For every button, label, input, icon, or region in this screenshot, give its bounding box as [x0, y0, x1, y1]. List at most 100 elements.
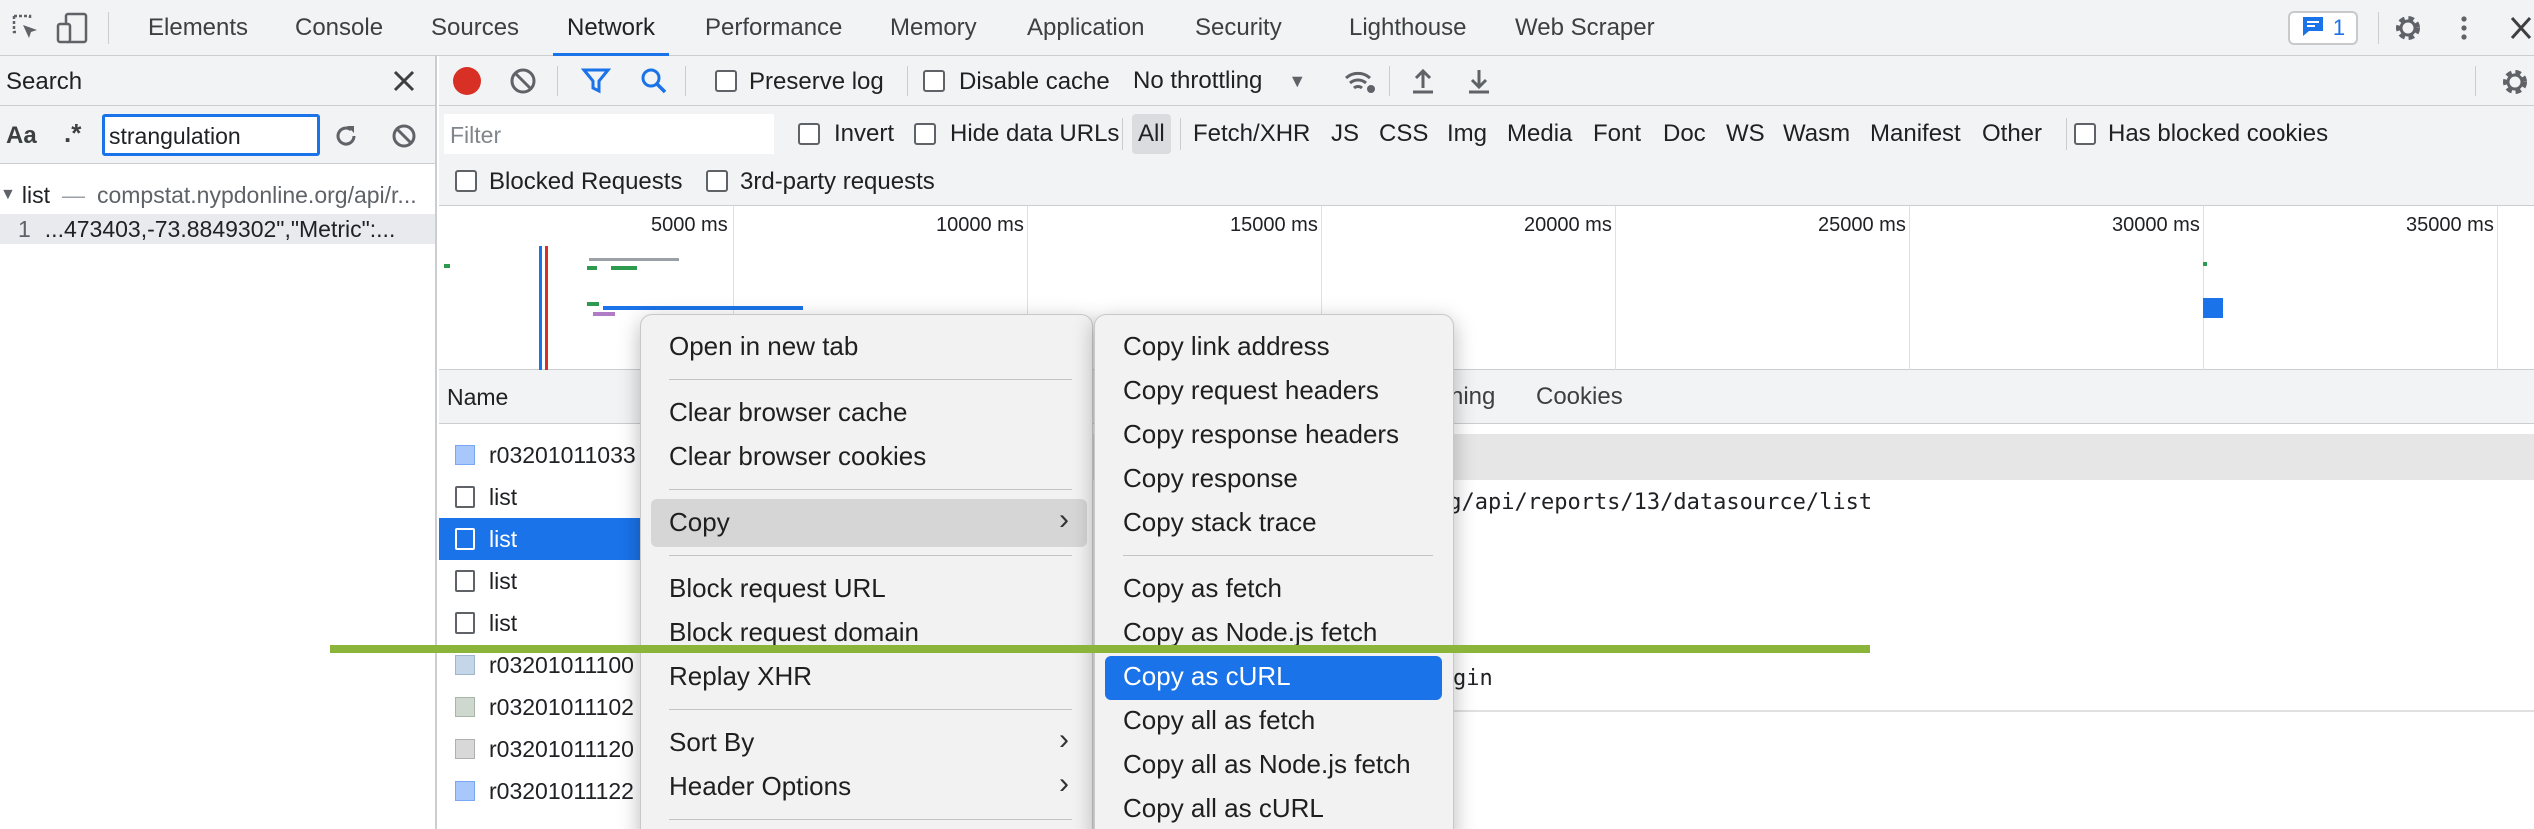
table-row[interactable]: r03201011033 — [439, 434, 649, 476]
tab-elements[interactable]: Elements — [148, 0, 248, 56]
copy-stack-trace[interactable]: Copy stack trace — [1123, 507, 1317, 538]
copy-request-headers[interactable]: Copy request headers — [1123, 375, 1379, 406]
table-row[interactable]: r03201011102 — [439, 686, 649, 728]
network-settings-gear-icon[interactable] — [2499, 66, 2531, 103]
menu-item-block-url[interactable]: Block request URL — [669, 573, 886, 604]
menu-item-copy[interactable]: Copy — [669, 507, 730, 538]
request-name: r03201011120 — [489, 735, 634, 762]
record-button[interactable] — [453, 67, 481, 95]
more-options-icon[interactable] — [2452, 12, 2476, 49]
tab-performance[interactable]: Performance — [705, 0, 842, 56]
tab-timing[interactable]: ning — [1450, 383, 1495, 411]
copy-all-as-fetch[interactable]: Copy all as fetch — [1123, 705, 1315, 736]
table-row[interactable]: r03201011120 — [439, 728, 649, 770]
settings-gear-icon[interactable] — [2392, 12, 2424, 49]
submenu-chevron-icon: › — [1059, 767, 1069, 800]
menu-item-header-options[interactable]: Header Options — [669, 771, 851, 802]
import-har-icon[interactable] — [1409, 66, 1437, 101]
network-conditions-wifi-icon[interactable] — [1343, 66, 1377, 101]
copy-as-fetch[interactable]: Copy as fetch — [1123, 573, 1282, 604]
tab-sources[interactable]: Sources — [431, 0, 519, 56]
copy-all-as-curl[interactable]: Copy all as cURL — [1123, 793, 1324, 824]
table-row[interactable]: list — [439, 602, 649, 644]
tab-network[interactable]: Network — [552, 0, 670, 56]
regex-toggle[interactable]: .* — [64, 118, 81, 149]
refresh-search-icon[interactable] — [332, 122, 360, 155]
timeline-tick: 30000 ms — [2112, 214, 2200, 236]
tab-security[interactable]: Security — [1195, 0, 1282, 56]
filter-type-ws[interactable]: WS — [1726, 114, 1765, 154]
tab-lighthouse[interactable]: Lighthouse — [1349, 0, 1466, 56]
copy-as-nodejs-fetch[interactable]: Copy as Node.js fetch — [1123, 617, 1377, 648]
filter-type-wasm[interactable]: Wasm — [1783, 114, 1850, 154]
tab-cookies[interactable]: Cookies — [1536, 383, 1623, 411]
menu-item-replay-xhr[interactable]: Replay XHR — [669, 661, 812, 692]
filter-type-fetch-xhr[interactable]: Fetch/XHR — [1193, 114, 1310, 154]
tab-web-scraper[interactable]: Web Scraper — [1515, 0, 1655, 56]
clear-search-icon[interactable] — [390, 122, 418, 155]
inspect-element-icon[interactable] — [10, 12, 42, 49]
table-row-selected[interactable]: list — [439, 518, 649, 560]
filter-type-manifest[interactable]: Manifest — [1870, 114, 1961, 154]
message-icon — [2301, 15, 2325, 42]
invert-checkbox[interactable] — [798, 123, 820, 145]
preserve-log-checkbox[interactable] — [715, 70, 737, 92]
menu-item-sort-by[interactable]: Sort By — [669, 727, 754, 758]
table-row[interactable]: list — [439, 476, 649, 518]
device-toolbar-icon[interactable] — [56, 12, 90, 49]
menu-item-clear-cache[interactable]: Clear browser cache — [669, 397, 907, 428]
details-divider — [1440, 710, 2534, 712]
search-result-line[interactable]: 1 ...473403,-73.8849302","Metric":... — [0, 214, 435, 244]
document-file-icon — [455, 528, 475, 550]
tab-application[interactable]: Application — [1027, 0, 1144, 56]
copy-response-headers[interactable]: Copy response headers — [1123, 419, 1399, 450]
table-row[interactable]: list — [439, 560, 649, 602]
copy-as-curl[interactable]: Copy as cURL — [1123, 661, 1291, 692]
filter-input[interactable]: Filter — [444, 114, 774, 154]
tab-memory[interactable]: Memory — [890, 0, 977, 56]
blocked-requests-checkbox[interactable] — [455, 170, 477, 192]
throttling-select[interactable]: No throttling ▼ — [1133, 64, 1306, 98]
menu-item-block-domain[interactable]: Block request domain — [669, 617, 919, 648]
request-name: list — [489, 567, 518, 594]
hide-data-urls-checkbox[interactable] — [914, 123, 936, 145]
timeline-bar — [444, 264, 450, 268]
disable-cache-checkbox[interactable] — [923, 70, 945, 92]
copy-response[interactable]: Copy response — [1123, 463, 1298, 494]
filter-type-all[interactable]: All — [1132, 114, 1171, 154]
throttling-value: No throttling — [1133, 67, 1263, 94]
issues-badge[interactable]: 1 — [2288, 11, 2358, 45]
copy-all-as-nodejs-fetch[interactable]: Copy all as Node.js fetch — [1123, 749, 1411, 780]
filter-type-other[interactable]: Other — [1982, 114, 2042, 154]
document-file-icon — [455, 612, 475, 634]
origin-header-value: gin — [1453, 666, 1493, 691]
request-list: r03201011033 list list list list r032010… — [439, 434, 649, 829]
filter-type-js[interactable]: JS — [1331, 114, 1359, 154]
filter-type-css[interactable]: CSS — [1379, 114, 1428, 154]
tab-console[interactable]: Console — [295, 0, 383, 56]
third-party-checkbox[interactable] — [706, 170, 728, 192]
filter-type-img[interactable]: Img — [1447, 114, 1487, 154]
devtools-tab-bar: Elements Console Sources Network Perform… — [0, 0, 2534, 56]
close-devtools-icon[interactable] — [2508, 14, 2534, 47]
export-har-icon[interactable] — [1465, 66, 1493, 101]
image-file-icon — [455, 781, 475, 801]
match-case-toggle[interactable]: Aa — [6, 122, 37, 150]
search-icon[interactable] — [639, 66, 669, 101]
menu-item-clear-cookies[interactable]: Clear browser cookies — [669, 441, 926, 472]
timeline-bar — [2203, 262, 2207, 266]
filter-funnel-icon[interactable] — [580, 66, 612, 101]
close-search-icon[interactable] — [392, 69, 416, 98]
timeline-bar — [587, 266, 597, 270]
table-row[interactable]: r03201011122 — [439, 770, 649, 812]
name-column-header[interactable]: Name — [447, 384, 508, 411]
clear-log-icon[interactable] — [509, 67, 537, 100]
filter-type-media[interactable]: Media — [1507, 114, 1572, 154]
menu-item-open-new-tab[interactable]: Open in new tab — [669, 331, 858, 362]
search-input[interactable]: strangulation — [102, 114, 320, 156]
filter-type-doc[interactable]: Doc — [1663, 114, 1706, 154]
filter-type-font[interactable]: Font — [1593, 114, 1641, 154]
copy-link-address[interactable]: Copy link address — [1123, 331, 1330, 362]
search-result-file[interactable]: ▼ list — compstat.nypdonline.org/api/r..… — [0, 180, 417, 210]
has-blocked-cookies-checkbox[interactable] — [2074, 123, 2096, 145]
